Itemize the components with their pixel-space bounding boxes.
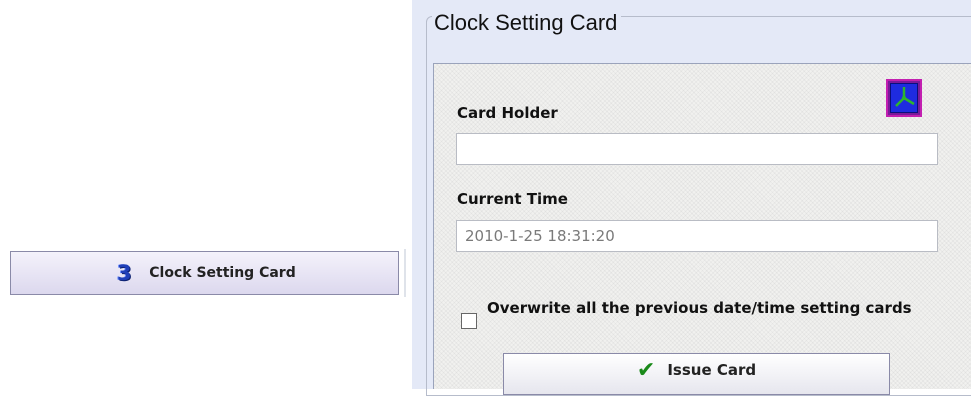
step-three-icon: 3 <box>116 261 132 285</box>
current-time-field[interactable]: 2010-1-25 18:31:20 <box>456 220 938 252</box>
current-time-label: Current Time <box>457 190 568 208</box>
card-holder-label: Card Holder <box>457 104 558 122</box>
issue-card-button-label: Issue Card <box>667 361 757 379</box>
overwrite-checkbox[interactable] <box>461 313 477 329</box>
divider <box>404 249 406 297</box>
card-holder-input[interactable] <box>456 133 938 165</box>
nav-button-label: Clock Setting Card <box>149 265 296 281</box>
overwrite-checkbox-label[interactable]: Overwrite all the previous date/time set… <box>487 299 927 318</box>
checkmark-icon: ✔ <box>636 357 656 383</box>
clock-setting-card-nav-button[interactable]: 3 Clock Setting Card <box>10 251 399 295</box>
panel-title: Clock Setting Card <box>432 10 622 36</box>
clock-icon <box>886 79 922 117</box>
